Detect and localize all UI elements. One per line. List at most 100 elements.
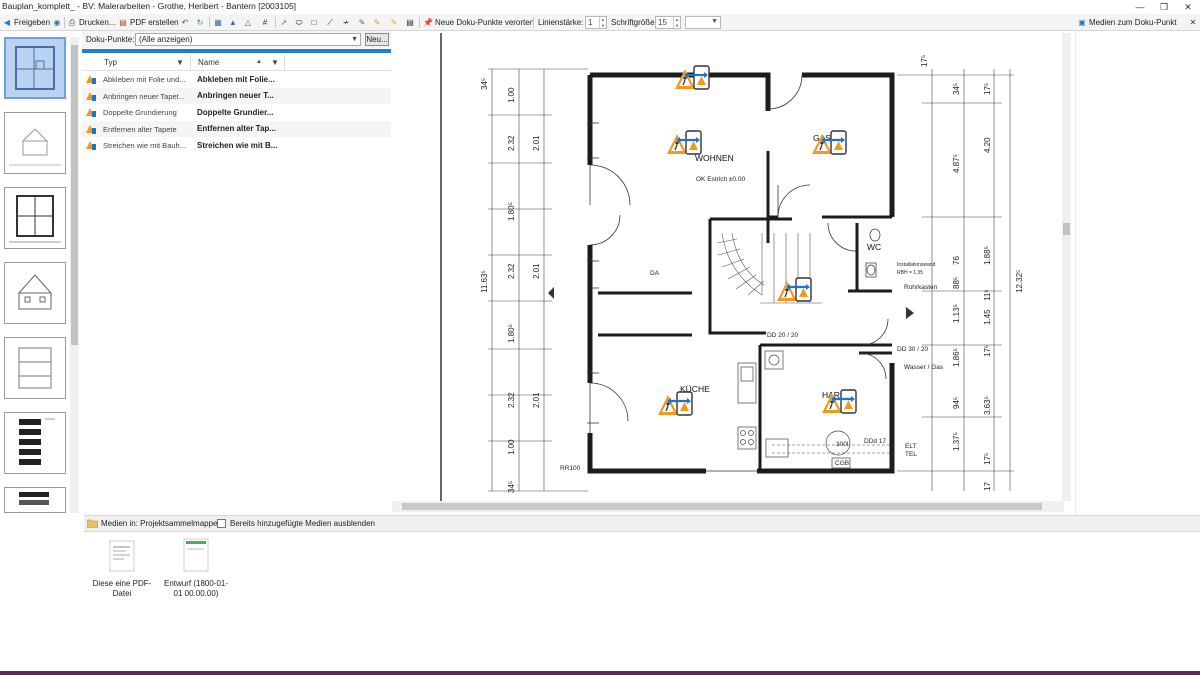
thumbnail-scrollbar[interactable]: [70, 37, 79, 513]
undo-button[interactable]: ↶: [180, 16, 190, 29]
refresh-button[interactable]: ↻: [195, 16, 205, 29]
polyline-tool-button[interactable]: ≁: [341, 16, 351, 29]
floorplan-thumbnail-image: [15, 46, 55, 90]
panel-close-button[interactable]: ✕: [1188, 16, 1198, 29]
total-dimension-label: 12.32⁵: [1015, 270, 1024, 293]
scrollbar-thumb[interactable]: [402, 503, 1042, 510]
font-size-label: Schriftgröße:: [611, 18, 657, 27]
dimension-label: 1.45: [983, 309, 992, 325]
column-header-typ[interactable]: Typ: [104, 58, 117, 67]
table-row[interactable]: Anbringen neuer Tapet... Anbringen neuer…: [82, 87, 391, 104]
polyline-icon: ≁: [342, 17, 350, 27]
floor-plan-view[interactable]: 34⁵ 1.00 2.01 2.32 1.80⁵ 2.01 2.32 1.80⁵…: [392, 33, 1073, 513]
highlighter-icon: ✎: [373, 17, 381, 27]
plan-annotation: DDd 17: [864, 438, 886, 445]
page-thumbnail[interactable]: [4, 487, 66, 513]
hide-added-media-checkbox[interactable]: [217, 519, 226, 528]
document-thumbnail-image: [19, 492, 49, 505]
marker-tool-button[interactable]: ✎: [389, 16, 399, 29]
page-thumbnail[interactable]: [4, 37, 66, 99]
plan-annotation: Rohrkasten: [904, 284, 938, 291]
restore-icon[interactable]: ❐: [1152, 0, 1176, 14]
page-thumbnail[interactable]: [4, 412, 66, 474]
doku-point-marker[interactable]: [656, 390, 694, 417]
doku-point-marker[interactable]: [775, 276, 813, 303]
share-button[interactable]: ◀ Freigeben: [2, 16, 50, 29]
media-item[interactable]: Entwurf (1800-01-01 00.00.00): [160, 537, 232, 599]
doku-points-table: Typ ▼ Name ▲ ▼ Abkleben mit Folie und...…: [82, 55, 391, 154]
media-item-label: Entwurf (1800-01-01 00.00.00): [163, 579, 229, 598]
close-icon[interactable]: ✕: [1176, 0, 1200, 14]
pdf-button[interactable]: ▤ PDF erstellen: [118, 16, 178, 29]
filter-icon[interactable]: ▼: [271, 58, 279, 67]
shape-tool-button[interactable]: △: [243, 16, 253, 29]
stepper-arrows-icon[interactable]: ▲ ▼: [673, 17, 680, 28]
plan-annotation: TEL: [905, 451, 917, 458]
highlighter-tool-button[interactable]: ✎: [372, 16, 382, 29]
section-marker-icon: [906, 307, 914, 319]
locate-points-button[interactable]: 📌 Neue Doku-Punkte verorten: [423, 16, 534, 29]
dimension-label: 17⁵: [983, 453, 992, 465]
doku-filter-select[interactable]: (Alle anzeigen) ▼: [135, 33, 361, 46]
plan-vertical-scrollbar[interactable]: [1062, 33, 1071, 501]
dimension-label: 11⁵: [983, 289, 992, 301]
table-row[interactable]: Entfernen alter Tapete Entfernen alter T…: [82, 120, 391, 137]
dimension-label: 34⁵: [480, 78, 489, 90]
page-thumbnail[interactable]: [4, 187, 66, 249]
toolbar-separator: [275, 17, 276, 28]
row-typ: Anbringen neuer Tapet...: [103, 91, 186, 101]
scrollbar-thumb[interactable]: [1063, 223, 1070, 235]
print-button[interactable]: ⎙ Drucken...: [67, 16, 116, 29]
page-thumbnail[interactable]: [4, 112, 66, 174]
media-folder-label[interactable]: Medien in: Projektsammelmappe: [101, 519, 218, 528]
row-typ: Abkleben mit Folie und...: [103, 75, 186, 84]
media-item[interactable]: Diese eine PDF-Datei: [86, 537, 158, 599]
column-divider[interactable]: [190, 55, 191, 70]
column-header-name[interactable]: Name: [198, 58, 219, 67]
page-thumbnail[interactable]: [4, 262, 66, 324]
table-row[interactable]: Doppelte Grundierung Doppelte Grundier..…: [82, 104, 391, 121]
taskbar-edge: [0, 671, 1200, 675]
table-row[interactable]: Streichen wie mit Bauh... Streichen wie …: [82, 137, 391, 154]
dimension-label: 94⁵: [952, 397, 961, 409]
dimension-label: 1.00: [507, 87, 516, 103]
room-label: WOHNEN: [695, 153, 734, 163]
image-icon: ▦: [214, 17, 222, 27]
doku-point-marker[interactable]: [665, 129, 703, 156]
sort-ascending-icon[interactable]: ▲: [256, 59, 262, 65]
stepper-arrows-icon[interactable]: ▲ ▼: [599, 17, 606, 28]
plan-annotation: OK Estrich ±0.00: [696, 176, 745, 183]
select-tool-button[interactable]: ➚: [279, 16, 289, 29]
plan-annotation: 300l: [836, 441, 849, 448]
rectangle-tool-button[interactable]: □: [309, 16, 319, 29]
line-width-stepper[interactable]: 1 ▲ ▼: [585, 16, 607, 29]
window-title: Bauplan_komplett_ - BV: Malerarbeiten - …: [2, 1, 297, 11]
scrollbar-thumb[interactable]: [71, 45, 78, 345]
ellipse-tool-button[interactable]: ⬭: [294, 16, 304, 29]
doku-accent-bar: [82, 49, 391, 53]
page-thumbnail[interactable]: [4, 337, 66, 399]
line-tool-button[interactable]: ⟋: [325, 16, 335, 29]
column-divider[interactable]: [284, 55, 285, 70]
filter-icon[interactable]: ▼: [176, 58, 184, 67]
dimension-label: 4.87⁵: [952, 154, 961, 173]
table-row[interactable]: Abkleben mit Folie und... Abkleben mit F…: [82, 71, 391, 88]
line-width-value: 1: [588, 18, 593, 27]
new-doku-point-button[interactable]: Neu...: [365, 33, 389, 46]
globe-button[interactable]: ◉: [52, 16, 62, 29]
toolbar-separator: [533, 17, 534, 28]
color-dropdown[interactable]: ▼: [685, 16, 721, 29]
row-name: Doppelte Grundier...: [197, 107, 274, 117]
font-size-stepper[interactable]: 15 ▲ ▼: [655, 16, 681, 29]
image-tool-button[interactable]: ▦: [213, 16, 223, 29]
plan-horizontal-scrollbar[interactable]: [392, 501, 1064, 512]
grid-tool-button[interactable]: #: [260, 16, 270, 29]
text-tool-button[interactable]: ▤: [405, 16, 415, 29]
media-to-point-button[interactable]: ▣ Medien zum Doku-Punkt: [1077, 16, 1176, 29]
minimize-icon[interactable]: —: [1128, 0, 1152, 14]
hide-added-media-label[interactable]: Bereits hinzugefügte Medien ausblenden: [230, 519, 375, 528]
construction-icon: [86, 108, 96, 117]
pen-tool-button[interactable]: ✎: [357, 16, 367, 29]
media-bar: Medien in: Projektsammelmappe Bereits hi…: [84, 515, 1200, 532]
mountain-tool-button[interactable]: ▲: [228, 16, 238, 29]
